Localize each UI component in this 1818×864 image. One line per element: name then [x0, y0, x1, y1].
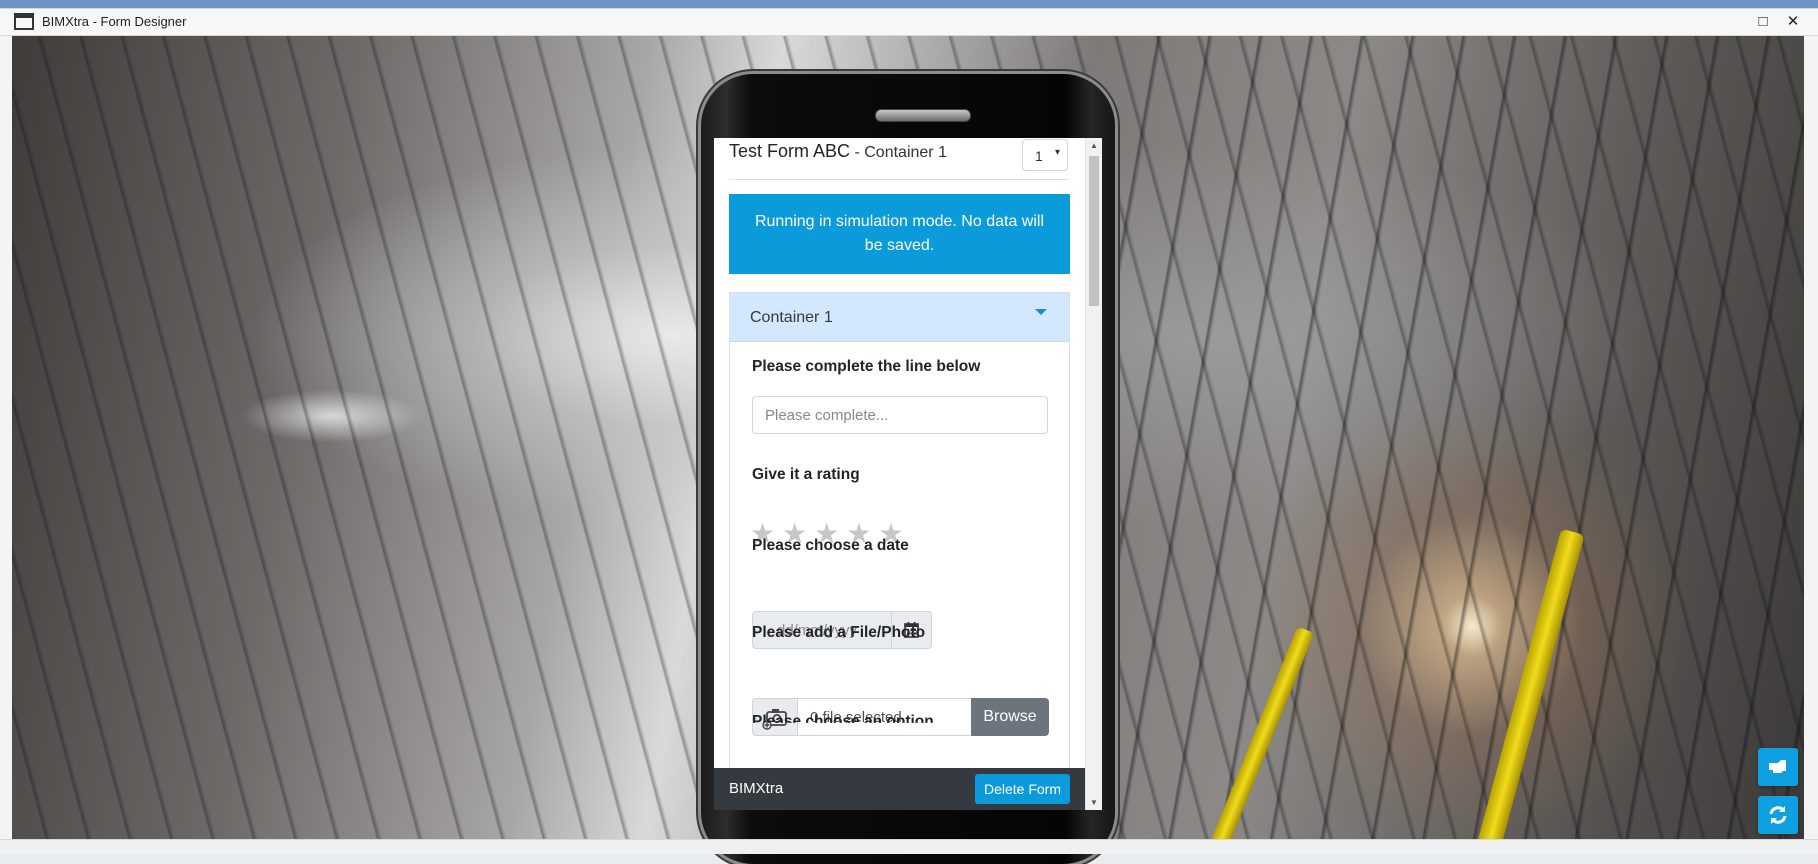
divider — [729, 179, 1069, 180]
question-text-label: Please complete the line below — [752, 358, 981, 375]
date-label: Please choose a date — [752, 537, 909, 554]
form-designer-window: BIMXtra - Form Designer □ ✕ Test Form AB… — [0, 8, 1818, 864]
refresh-button[interactable] — [1758, 796, 1798, 834]
container-panel: Container 1 Please complete the line bel… — [729, 292, 1070, 810]
container-panel-header[interactable]: Container 1 — [730, 293, 1069, 342]
rating-label: Give it a rating — [752, 466, 860, 483]
maximize-button[interactable]: □ — [1753, 12, 1773, 32]
chevron-down-icon: ▾ — [1054, 147, 1060, 158]
window-bottom-strip — [0, 839, 1818, 854]
title-separator: - — [850, 144, 865, 161]
scroll-up-icon[interactable]: ▲ — [1090, 141, 1098, 150]
scrollbar-thumb[interactable] — [1089, 156, 1099, 306]
hand-pointer-icon — [1769, 760, 1786, 773]
window-title: BIMXtra - Form Designer — [42, 14, 187, 29]
close-button[interactable]: ✕ — [1783, 12, 1803, 32]
container-panel-title: Container 1 — [750, 309, 833, 326]
phone-screen: Test Form ABC - Container 1 1 ▾ Running … — [714, 138, 1102, 810]
page-select[interactable]: 1 ▾ — [1022, 139, 1068, 171]
phone-frame: Test Form ABC - Container 1 1 ▾ Running … — [701, 74, 1115, 864]
simulation-alert: Running in simulation mode. No data will… — [729, 194, 1070, 274]
refresh-icon — [1769, 806, 1787, 824]
browse-button[interactable]: Browse — [971, 698, 1049, 736]
form-name: Test Form ABC — [729, 141, 851, 161]
caret-down-icon — [1035, 309, 1047, 315]
container-subtitle: Container 1 — [864, 144, 947, 161]
text-answer-input[interactable]: Please complete... — [752, 396, 1048, 434]
scroll-down-icon[interactable]: ▼ — [1090, 798, 1098, 807]
vertical-scrollbar[interactable]: ▲ ▼ — [1085, 138, 1102, 810]
file-label: Please add a File/Photo — [752, 624, 926, 641]
form-content: Test Form ABC - Container 1 1 ▾ Running … — [714, 138, 1086, 810]
tunnel-ribs-texture-right — [1112, 36, 1804, 848]
gesture-tool-button[interactable] — [1758, 748, 1798, 786]
page-select-value: 1 — [1035, 148, 1043, 164]
text-answer-placeholder: Please complete... — [765, 407, 889, 424]
phone-footer-bar: BIMXtra Delete Form — [714, 768, 1086, 810]
delete-form-button[interactable]: Delete Form — [975, 774, 1070, 804]
footer-brand: BIMXtra — [729, 780, 784, 797]
phone-speaker — [875, 109, 971, 122]
window-titlebar: BIMXtra - Form Designer □ ✕ — [0, 9, 1818, 36]
form-title: Test Form ABC - Container 1 — [729, 141, 947, 162]
window-icon — [14, 13, 34, 30]
